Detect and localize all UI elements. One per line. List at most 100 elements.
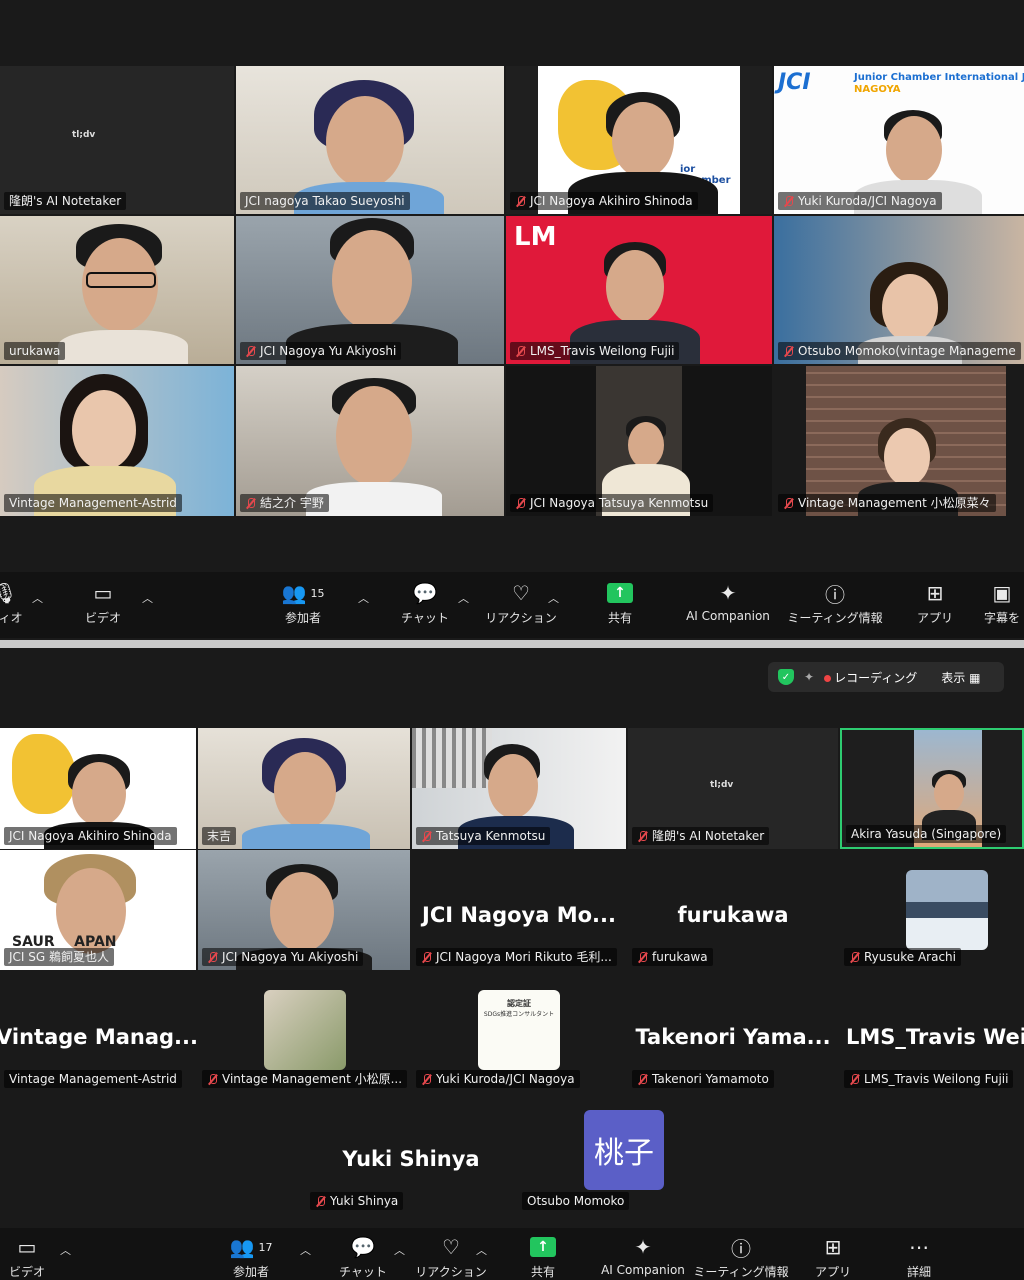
video-tile-travis-fujii[interactable]: LMS_Travis Weil LMS_Travis Weilong Fujii [840, 972, 1024, 1092]
participant-name: 結之介 宇野 [240, 494, 329, 512]
chat-icon: 💬 [350, 1235, 376, 1259]
share-button[interactable]: ↑ 共有 [498, 1234, 588, 1280]
participants-button[interactable]: 👥 15 参加者 [258, 580, 348, 626]
video-tile-yu-akiyoshi[interactable]: JCI Nagoya Yu Akiyoshi [198, 850, 410, 970]
video-tile-akihiro-shinoda[interactable]: JCI Nagoya Akihiro Shinoda [0, 728, 196, 849]
video-tile-takao-sueyoshi[interactable]: JCI nagoya Takao Sueyoshi [236, 66, 504, 214]
participant-name: Yuki Kuroda/JCI Nagoya [778, 192, 942, 210]
participant-avatar: 桃子 [584, 1110, 664, 1190]
share-screen-icon: ↑ [528, 1234, 558, 1260]
info-icon: ⓘ [731, 1236, 751, 1261]
sparkle-icon: ✦ [634, 1235, 652, 1259]
participants-options-chevron-icon[interactable]: ︿ [358, 590, 369, 606]
video-tile-jci-sg[interactable]: SAUR APAN JCI SG 鵜飼夏也人 [0, 850, 196, 970]
jci-banner-text: Junior Chamber International Japa [854, 72, 1024, 83]
participant-name: 末吉 [202, 827, 237, 845]
video-tile-mori-rikuto[interactable]: JCI Nagoya Mo... JCI Nagoya Mori Rikuto … [412, 850, 626, 970]
bottom-meeting-window: ✓ ✦ レコーディング 表示 ▦ JCI Nagoya Akihiro Shin… [0, 648, 1024, 1280]
grid-icon: ▦ [969, 670, 981, 685]
participants-options-chevron-icon[interactable]: ︿ [300, 1242, 311, 1258]
video-tile-furukawa[interactable]: urukawa [0, 216, 234, 364]
video-tile-sueyoshi[interactable]: 末吉 [198, 728, 410, 849]
video-tile-furukawa[interactable]: furukawa furukawa [628, 850, 838, 970]
sparkle-icon: ✦ [719, 581, 737, 605]
audio-options-chevron-icon[interactable]: ︿ [32, 590, 43, 606]
heart-icon: ♡ [512, 581, 530, 605]
mic-muted-icon [783, 497, 794, 509]
ai-companion-button[interactable]: ✦ AI Companion [683, 580, 773, 623]
participant-name: Otsubo Momoko [522, 1192, 630, 1210]
participant-name: JCI Nagoya Akihiro Shinoda [510, 192, 698, 210]
meeting-info-button[interactable]: ⓘ ミーティング情報 [693, 1234, 788, 1280]
video-tile-travis-fujii[interactable]: LM LMS_Travis Weilong Fujii [506, 216, 772, 364]
mic-muted-icon [207, 1073, 218, 1085]
participant-name: Otsubo Momoko(vintage Manageme [778, 342, 1021, 360]
participant-name: 隆朗's AI Notetaker [4, 192, 127, 210]
participant-name: urukawa [4, 342, 66, 360]
participant-name: Yuki Shinya [310, 1192, 404, 1210]
mic-muted-icon [783, 345, 794, 357]
video-tile-notetaker[interactable]: tl;dv 隆朗's AI Notetaker [628, 728, 838, 849]
participant-display-name: LMS_Travis Weil [846, 1024, 1024, 1049]
participants-button[interactable]: 👥 17 参加者 [206, 1234, 296, 1280]
participant-display-name: Takenori Yama... [635, 1024, 831, 1049]
video-tile-yuki-shinya[interactable]: Yuki Shinya Yuki Shinya [306, 1094, 516, 1214]
video-tile-notetaker[interactable]: tl;dv 隆朗's AI Notetaker [0, 66, 234, 214]
video-button[interactable]: ▭ ビデオ [58, 580, 148, 626]
video-tile-astrid[interactable]: Vintage Manag... Vintage Management-Astr… [0, 972, 196, 1092]
recording-status-bar: ✓ ✦ レコーディング 表示 ▦ [768, 662, 1004, 692]
video-options-chevron-icon[interactable]: ︿ [142, 590, 153, 606]
mic-muted-icon [315, 1195, 326, 1207]
video-tile-tatsuya-kenmotsu[interactable]: Tatsuya Kenmotsu [412, 728, 626, 849]
more-button[interactable]: ⋯ 詳細 [874, 1234, 964, 1280]
notetaker-logo: tl;dv [710, 780, 734, 790]
meeting-info-button[interactable]: ⓘ ミーティング情報 [787, 580, 882, 626]
captions-button[interactable]: ▣ 字幕を [972, 580, 1024, 626]
video-tile-akihiro-shinoda[interactable]: ior Chamber JCI Nagoya Akihiro Shinoda [506, 66, 772, 214]
participant-name: Takenori Yamamoto [632, 1070, 774, 1088]
reactions-options-chevron-icon[interactable]: ︿ [476, 1242, 487, 1258]
mic-muted-icon [207, 951, 218, 963]
video-tile-yu-akiyoshi[interactable]: JCI Nagoya Yu Akiyoshi [236, 216, 504, 364]
view-button[interactable]: 表示 ▦ [941, 669, 980, 686]
chat-options-chevron-icon[interactable]: ︿ [394, 1242, 405, 1258]
participant-name: Vintage Management 小松原菜々 [778, 494, 996, 512]
participant-display-name: Vintage Manag... [0, 1024, 196, 1049]
video-tile-tatsuya-kenmotsu[interactable]: JCI Nagoya Tatsuya Kenmotsu [506, 366, 772, 516]
video-tile-yuki-kuroda[interactable]: JCI Junior Chamber International Japa NA… [774, 66, 1024, 214]
video-tile-ryusuke-arachi[interactable]: Ryusuke Arachi [840, 850, 1024, 970]
mic-muted-icon [515, 195, 526, 207]
chat-button[interactable]: 💬 チャット [380, 580, 470, 626]
participant-display-name: JCI Nagoya Mo... [422, 902, 616, 927]
participant-name: Akira Yasuda (Singapore) [846, 825, 1007, 843]
participant-name: LMS_Travis Weilong Fujii [510, 342, 680, 360]
mic-muted-icon [421, 951, 432, 963]
shield-check-icon[interactable]: ✓ [778, 669, 794, 685]
mic-muted-icon [849, 951, 860, 963]
reactions-options-chevron-icon[interactable]: ︿ [548, 590, 559, 606]
sparkle-icon[interactable]: ✦ [804, 670, 814, 684]
recording-indicator[interactable]: レコーディング [824, 669, 917, 686]
top-meeting-window: tl;dv 隆朗's AI Notetaker JCI nagoya Takao… [0, 0, 1024, 640]
apps-button[interactable]: ⊞ アプリ [788, 1234, 878, 1280]
ai-companion-button[interactable]: ✦ AI Companion [598, 1234, 688, 1277]
video-tile-komatsubara[interactable]: Vintage Management 小松原菜々 [774, 366, 1024, 516]
video-tile-komatsubara[interactable]: Vintage Management 小松原... [198, 972, 410, 1092]
meeting-toolbar-bottom: ▭ ビデオ ︿ 👥 17 参加者 ︿ 💬 チャット ︿ ♡ リアクション ︿ ↑ 共有 ✦ A… [0, 1228, 1024, 1280]
video-tile-takenori-yamamoto[interactable]: Takenori Yama... Takenori Yamamoto [628, 972, 838, 1092]
video-tile-yuki-kuroda[interactable]: 認定証 SDGs推進コンサルタント Yuki Kuroda/JCI Nagoya [412, 972, 626, 1092]
video-tile-otsubo-momoko[interactable]: 桃子 Otsubo Momoko [518, 1094, 732, 1214]
video-tile-astrid[interactable]: Vintage Management-Astrid [0, 366, 234, 516]
participant-name: Vintage Management-Astrid [4, 494, 182, 512]
share-button[interactable]: ↑ 共有 [575, 580, 665, 626]
video-camera-icon: ▭ [93, 581, 113, 605]
participant-name: JCI Nagoya Akihiro Shinoda [4, 827, 177, 845]
video-tile-otsubo-momoko[interactable]: Otsubo Momoko(vintage Manageme [774, 216, 1024, 364]
chat-options-chevron-icon[interactable]: ︿ [458, 590, 469, 606]
video-tile-uno[interactable]: 結之介 宇野 [236, 366, 504, 516]
video-options-chevron-icon[interactable]: ︿ [60, 1242, 71, 1258]
apps-button[interactable]: ⊞ アプリ [890, 580, 980, 626]
video-tile-akira-yasuda-active-speaker[interactable]: Akira Yasuda (Singapore) [840, 728, 1024, 849]
participant-name: JCI nagoya Takao Sueyoshi [240, 192, 410, 210]
mic-muted-icon [245, 345, 256, 357]
